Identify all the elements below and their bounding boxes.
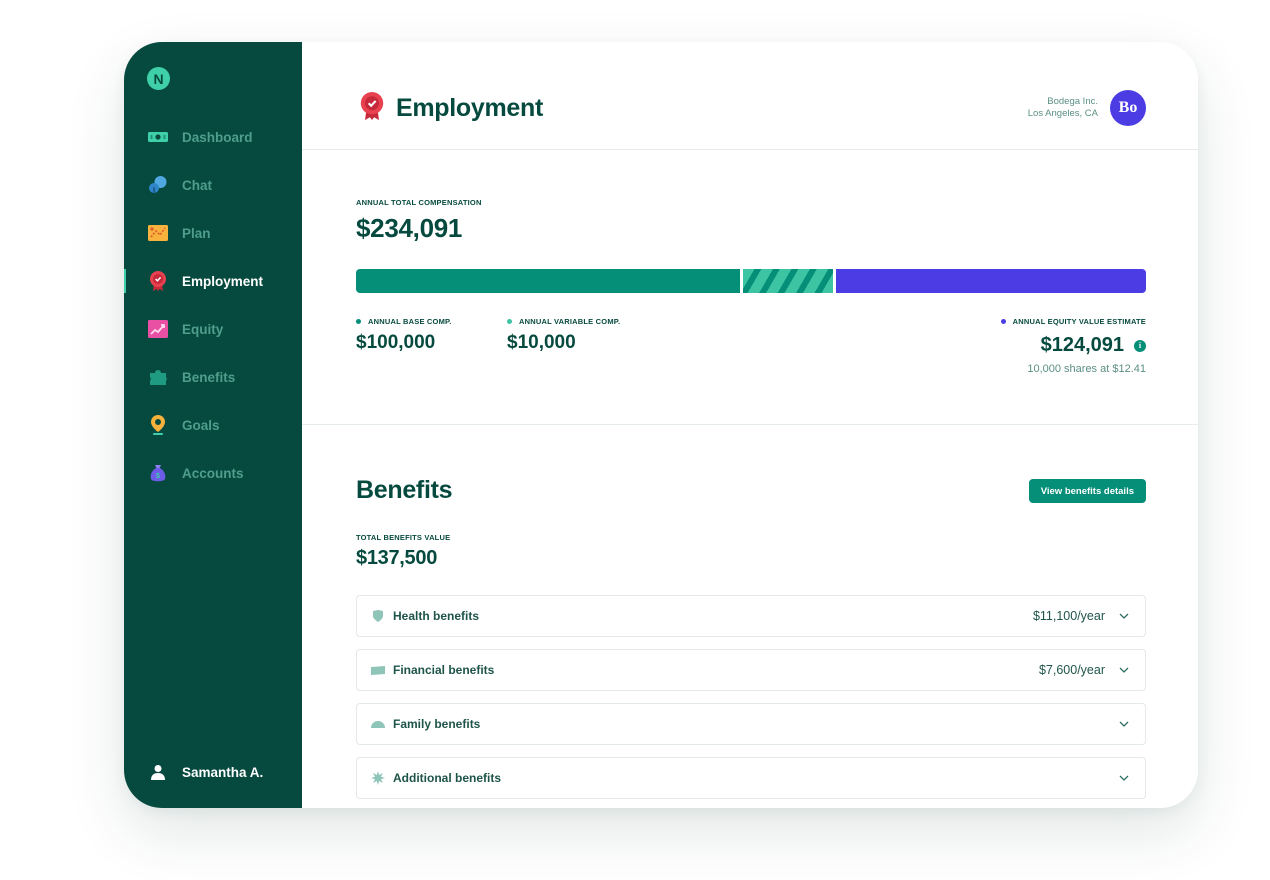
view-benefits-details-button[interactable]: View benefits details bbox=[1028, 479, 1146, 503]
sidebar-item-label: Dashboard bbox=[182, 129, 253, 145]
section-divider bbox=[302, 424, 1198, 425]
benefits-total: TOTAL BENEFITS VALUE $137,500 bbox=[356, 533, 450, 570]
svg-text:$: $ bbox=[156, 473, 160, 480]
map-icon bbox=[148, 223, 168, 243]
shield-icon bbox=[371, 609, 385, 623]
legend-dot-base bbox=[356, 319, 361, 324]
cash-icon bbox=[148, 127, 168, 147]
chevron-down-icon[interactable] bbox=[1115, 661, 1133, 679]
chat-bubbles-icon bbox=[148, 175, 168, 195]
base-comp-value: $100,000 bbox=[356, 332, 436, 353]
company-avatar[interactable]: Bo bbox=[1110, 90, 1146, 126]
chevron-down-icon[interactable] bbox=[1115, 607, 1133, 625]
accordion-health-benefits[interactable]: Health benefits $11,100/year bbox=[356, 595, 1146, 637]
benefits-heading: Benefits bbox=[356, 476, 453, 504]
accordion-label: Family benefits bbox=[393, 717, 481, 731]
puzzle-icon bbox=[148, 367, 168, 387]
location-pin-icon bbox=[148, 415, 168, 435]
sidebar-nav: Dashboard Chat Plan Employment Equity Be… bbox=[124, 113, 302, 497]
user-icon bbox=[148, 762, 168, 782]
base-comp-label: ANNUAL BASE COMP. bbox=[368, 317, 452, 326]
sidebar-item-benefits[interactable]: Benefits bbox=[124, 353, 302, 401]
sidebar-item-label: Employment bbox=[182, 273, 264, 289]
equity-metric: ANNUAL EQUITY VALUE ESTIMATE $124,091 i … bbox=[1000, 317, 1146, 375]
growth-chart-icon bbox=[148, 319, 168, 339]
company-location: Los Angeles, CA bbox=[1027, 108, 1098, 119]
total-comp-label: ANNUAL TOTAL COMPENSATION bbox=[356, 198, 482, 207]
cash-icon bbox=[371, 663, 385, 677]
page-title: Employment bbox=[396, 94, 544, 122]
sidebar-item-equity[interactable]: Equity bbox=[124, 305, 302, 353]
user-name: Samantha A. bbox=[182, 764, 264, 780]
umbrella-icon bbox=[371, 717, 385, 731]
company-info: Bodega Inc. Los Angeles, CA bbox=[1028, 96, 1098, 120]
accordion-family-benefits[interactable]: Family benefits bbox=[356, 703, 1146, 745]
sidebar-item-employment[interactable]: Employment bbox=[124, 257, 302, 305]
variable-comp-value: $10,000 bbox=[507, 332, 576, 353]
sidebar-item-dashboard[interactable]: Dashboard bbox=[124, 113, 302, 161]
sidebar-item-goals[interactable]: Goals bbox=[124, 401, 302, 449]
accordion-value: $11,100/year bbox=[1032, 609, 1105, 623]
user-profile[interactable]: Samantha A. bbox=[148, 762, 263, 782]
accordion-label: Financial benefits bbox=[393, 663, 495, 677]
legend-dot-variable bbox=[507, 319, 512, 324]
sidebar-item-label: Benefits bbox=[182, 369, 236, 385]
sparkle-icon bbox=[371, 771, 385, 785]
accordion-additional-benefits[interactable]: Additional benefits bbox=[356, 757, 1146, 799]
base-comp-metric: ANNUAL BASE COMP. $100,000 bbox=[356, 317, 452, 354]
page-title-group: Employment bbox=[358, 90, 543, 127]
variable-comp-metric: ANNUAL VARIABLE COMP. $10,000 bbox=[507, 317, 620, 354]
page-header: Employment Bodega Inc. Los Angeles, CA B… bbox=[302, 42, 1198, 150]
equity-label: ANNUAL EQUITY VALUE ESTIMATE bbox=[1012, 317, 1146, 326]
variable-comp-label: ANNUAL VARIABLE COMP. bbox=[519, 317, 621, 326]
sidebar: N Dashboard Chat Plan Employment Equity … bbox=[124, 42, 302, 808]
accordion-value: $7,600/year bbox=[1038, 663, 1105, 677]
money-bag-icon: $ bbox=[148, 463, 168, 483]
award-badge-icon bbox=[148, 271, 168, 291]
sidebar-item-plan[interactable]: Plan bbox=[124, 209, 302, 257]
bar-segment-base bbox=[356, 269, 740, 293]
legend-dot-equity bbox=[1000, 319, 1006, 324]
accordion-financial-benefits[interactable]: Financial benefits $7,600/year bbox=[356, 649, 1146, 691]
info-icon[interactable]: i bbox=[1134, 339, 1146, 352]
sidebar-item-chat[interactable]: Chat bbox=[124, 161, 302, 209]
sidebar-item-label: Chat bbox=[182, 177, 212, 193]
accordion-label: Additional benefits bbox=[393, 771, 501, 785]
benefits-total-value: $137,500 bbox=[356, 547, 438, 569]
equity-shares-detail: 10,000 shares at $12.41 bbox=[1027, 363, 1146, 375]
app-window: N Dashboard Chat Plan Employment Equity … bbox=[124, 42, 1198, 808]
equity-value: $124,091 bbox=[1040, 334, 1124, 356]
sidebar-item-label: Accounts bbox=[182, 465, 244, 481]
sidebar-item-label: Plan bbox=[182, 225, 211, 241]
chevron-down-icon[interactable] bbox=[1115, 769, 1133, 787]
app-logo[interactable]: N bbox=[147, 67, 170, 90]
bar-segment-variable bbox=[743, 269, 833, 293]
sidebar-item-label: Goals bbox=[182, 417, 220, 433]
award-badge-icon bbox=[358, 90, 386, 127]
sidebar-item-accounts[interactable]: $ Accounts bbox=[124, 449, 302, 497]
sidebar-item-label: Equity bbox=[182, 321, 224, 337]
chevron-down-icon[interactable] bbox=[1115, 715, 1133, 733]
total-comp-value: $234,091 bbox=[356, 213, 463, 243]
benefits-total-label: TOTAL BENEFITS VALUE bbox=[356, 533, 451, 542]
compensation-bar bbox=[356, 269, 1146, 293]
company-name: Bodega Inc. bbox=[1047, 96, 1098, 107]
main-content: Employment Bodega Inc. Los Angeles, CA B… bbox=[302, 42, 1198, 808]
compensation-section: ANNUAL TOTAL COMPENSATION $234,091 ANNUA… bbox=[356, 198, 1146, 375]
accordion-label: Health benefits bbox=[393, 609, 480, 623]
bar-segment-equity bbox=[836, 269, 1146, 293]
